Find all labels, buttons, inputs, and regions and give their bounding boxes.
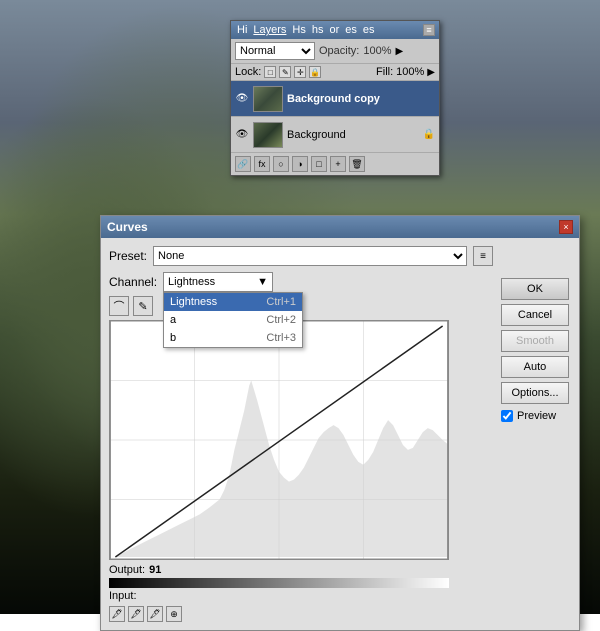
eyedropper-shadow-btn[interactable]: 🖋: [109, 606, 125, 622]
curves-right-panel: OK Cancel Smooth Auto Options... Preview: [501, 246, 571, 622]
preset-row: Preset: None ≡: [109, 246, 493, 266]
channel-label: Channel:: [109, 275, 157, 289]
preview-row: Preview: [501, 410, 571, 422]
layer-item-background[interactable]: 👁 Background 🔒: [231, 117, 439, 153]
adjustment-btn[interactable]: ◑: [292, 156, 308, 172]
layer-thumb-background: [253, 122, 283, 148]
channel-row: Channel: Lightness ▼ Lightness Ctrl+1 a: [109, 272, 493, 292]
channel-selected-value: Lightness: [168, 276, 215, 288]
cancel-button[interactable]: Cancel: [501, 304, 569, 326]
curves-output-row: Output: 91: [109, 564, 493, 576]
layers-footer: 🔗 fx ○ ◑ □ + 🗑: [231, 153, 439, 175]
ok-button[interactable]: OK: [501, 278, 569, 300]
curve-tool-node[interactable]: ⌒: [109, 296, 129, 316]
layer-name-background-copy: Background copy: [287, 93, 435, 105]
curves-input-row: Input:: [109, 590, 493, 602]
layer-lock-icon: 🔒: [423, 129, 435, 140]
preview-checkbox[interactable]: [501, 410, 513, 422]
curves-bottom-tools: 🖋 🖋 🖋 ⊕: [109, 606, 493, 622]
channel-option-a[interactable]: a Ctrl+2: [164, 311, 302, 329]
layer-item-background-copy[interactable]: 👁 Background copy: [231, 81, 439, 117]
eyedropper-highlight-btn[interactable]: 🖋: [147, 606, 163, 622]
eyedropper-mid-btn[interactable]: 🖋: [128, 606, 144, 622]
curves-dialog: Curves × Preset: None ≡ Channel: Lightne…: [100, 215, 580, 631]
input-gradient-bar: [109, 578, 449, 588]
tab-hi[interactable]: Hi: [235, 24, 249, 36]
tab-hs1[interactable]: Hs: [290, 24, 307, 36]
channel-option-lightness[interactable]: Lightness Ctrl+1: [164, 293, 302, 311]
group-btn[interactable]: □: [311, 156, 327, 172]
channel-option-b-shortcut: Ctrl+3: [266, 332, 296, 344]
channel-option-a-label: a: [170, 314, 176, 326]
tab-es1[interactable]: es: [343, 24, 359, 36]
fill-arrow[interactable]: ▶: [427, 67, 435, 78]
mask-btn[interactable]: ○: [273, 156, 289, 172]
tab-or[interactable]: or: [328, 24, 342, 36]
channel-option-lightness-shortcut: Ctrl+1: [266, 296, 296, 308]
curves-graph-svg: [110, 321, 448, 559]
channel-select-display[interactable]: Lightness ▼: [163, 272, 273, 292]
fill-label: Fill:: [376, 66, 393, 78]
preview-label: Preview: [517, 410, 556, 422]
fill-value: 100%: [396, 66, 424, 78]
blend-mode-select[interactable]: Normal: [235, 42, 315, 60]
target-adjustment-btn[interactable]: ⊕: [166, 606, 182, 622]
curves-body: Preset: None ≡ Channel: Lightness ▼: [101, 238, 579, 630]
preset-select[interactable]: None: [153, 246, 467, 266]
curves-graph-container[interactable]: [109, 320, 449, 560]
link-layers-btn[interactable]: 🔗: [235, 156, 251, 172]
lock-label: Lock:: [235, 66, 261, 78]
layers-blend-row: Normal Opacity: 100% ▶: [231, 39, 439, 64]
curves-close-button[interactable]: ×: [559, 220, 573, 234]
opacity-value: 100%: [363, 45, 391, 57]
layers-panel-menu[interactable]: ≡: [423, 24, 435, 36]
channel-dropdown-arrow-icon: ▼: [257, 276, 268, 288]
lock-brush[interactable]: ✎: [279, 66, 291, 78]
channel-select-wrapper: Lightness ▼ Lightness Ctrl+1 a Ctrl+2: [163, 272, 273, 292]
tab-hs2[interactable]: hs: [310, 24, 326, 36]
layer-name-background: Background: [287, 129, 419, 141]
layer-thumb-background-copy: [253, 86, 283, 112]
input-label: Input:: [109, 590, 137, 602]
layers-panel: Hi Layers Hs hs or es es ≡ Normal Opacit…: [230, 20, 440, 176]
channel-option-b[interactable]: b Ctrl+3: [164, 329, 302, 347]
opacity-label: Opacity:: [319, 45, 359, 57]
layer-eye-background[interactable]: 👁: [235, 128, 249, 142]
output-label: Output:: [109, 564, 145, 576]
smooth-button[interactable]: Smooth: [501, 330, 569, 352]
lock-move[interactable]: ✛: [294, 66, 306, 78]
fx-btn[interactable]: fx: [254, 156, 270, 172]
tab-es2[interactable]: es: [361, 24, 377, 36]
channel-option-b-label: b: [170, 332, 176, 344]
preset-settings-button[interactable]: ≡: [473, 246, 493, 266]
new-layer-btn[interactable]: +: [330, 156, 346, 172]
layers-tabs: Hi Layers Hs hs or es es: [235, 24, 377, 36]
channel-option-a-shortcut: Ctrl+2: [266, 314, 296, 326]
curves-titlebar: Curves ×: [101, 216, 579, 238]
preset-label: Preset:: [109, 249, 147, 263]
auto-button[interactable]: Auto: [501, 356, 569, 378]
curves-left-panel: Preset: None ≡ Channel: Lightness ▼: [109, 246, 493, 622]
layers-lock-row: Lock: □ ✎ ✛ 🔒 Fill: 100% ▶: [231, 64, 439, 81]
layer-eye-background-copy[interactable]: 👁: [235, 92, 249, 106]
channel-option-lightness-label: Lightness: [170, 296, 217, 308]
tab-layers[interactable]: Layers: [251, 24, 288, 36]
lock-all[interactable]: 🔒: [309, 66, 321, 78]
curve-tool-pencil[interactable]: ✎: [133, 296, 153, 316]
lock-check[interactable]: □: [264, 66, 276, 78]
opacity-arrow[interactable]: ▶: [396, 46, 404, 57]
channel-dropdown-menu: Lightness Ctrl+1 a Ctrl+2 b Ctrl+3: [163, 292, 303, 348]
layers-panel-titlebar: Hi Layers Hs hs or es es ≡: [231, 21, 439, 39]
curves-dialog-title: Curves: [107, 220, 148, 234]
delete-layer-btn[interactable]: 🗑: [349, 156, 365, 172]
output-value: 91: [149, 564, 161, 576]
options-button[interactable]: Options...: [501, 382, 569, 404]
